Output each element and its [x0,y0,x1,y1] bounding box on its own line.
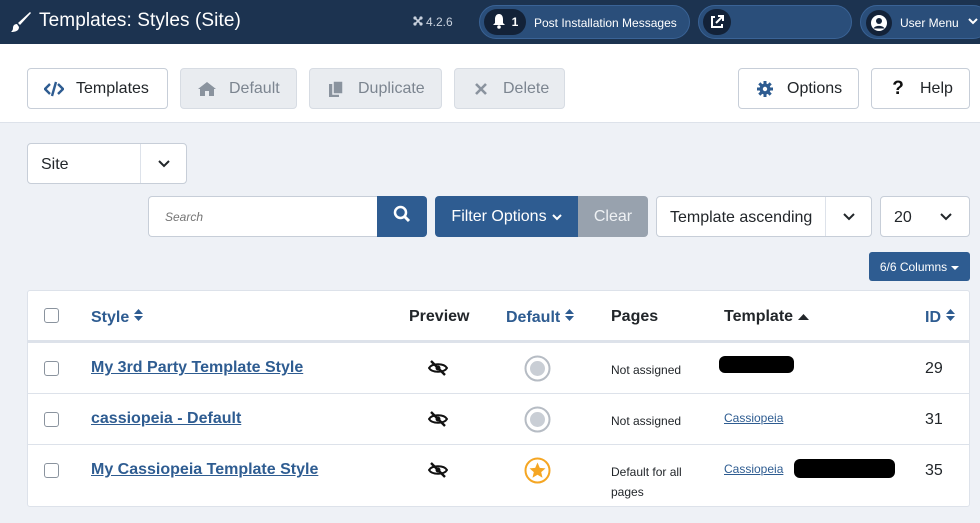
messages-count: 1 [511,15,519,29]
default-button[interactable]: Default [180,68,297,109]
pages-value: Default for all pages [611,465,682,499]
column-header-default-label: Default [506,308,561,326]
list-limit-select[interactable]: 20 [880,196,970,237]
style-link[interactable]: My Cassiopeia Template Style [91,461,318,479]
top-header: Templates: Styles (Site) 4.2.6 1 Post In… [0,0,980,44]
chevron-down-icon [825,197,871,236]
eye-slash-icon [427,462,449,483]
caret-down-icon [951,260,960,274]
style-link[interactable]: cassiopeia - Default [91,410,241,428]
search-icon [393,205,411,228]
select-all-checkbox[interactable] [44,308,59,323]
messages-label: Post Installation Messages [534,16,677,30]
ordering-select[interactable]: Template ascending [656,196,872,237]
help-button[interactable]: ? Help [871,68,970,109]
column-header-template-label: Template [724,308,794,325]
id-value: 29 [925,360,943,377]
times-icon [471,80,491,98]
list-limit-value: 20 [894,209,912,226]
columns-toggle-button[interactable]: 6/6 Columns [869,252,970,281]
site-preview-button[interactable] [698,5,852,39]
templates-button[interactable]: Templates [27,68,168,109]
duplicate-button-label: Duplicate [358,80,425,97]
delete-button[interactable]: Delete [454,68,565,109]
id-value: 35 [925,462,943,479]
chevron-down-icon [140,144,186,183]
caret-down-icon [551,208,562,226]
eye-slash-icon [427,411,449,432]
column-header-style[interactable]: Style [91,308,144,327]
help-button-label: Help [920,80,953,97]
column-header-template[interactable]: Template [724,308,810,326]
version-label: 4.2.6 [413,15,453,29]
eye-slash-icon [427,360,449,381]
styles-table: Style Preview Default Pages Template ID … [27,290,970,507]
client-select[interactable]: Site [27,143,187,184]
row-checkbox[interactable] [44,412,59,427]
search-button[interactable] [377,196,427,237]
external-link-icon [703,9,731,35]
toolbar: Templates Default Duplicate Delete Optio… [0,44,980,123]
paintbrush-icon [10,11,32,33]
question-icon: ? [892,78,904,99]
filter-options-button[interactable]: Filter Options [435,196,578,237]
column-header-pages: Pages [611,308,659,325]
user-avatar-icon [866,10,892,36]
clear-button[interactable]: Clear [578,196,648,237]
duplicate-button[interactable]: Duplicate [309,68,442,109]
table-row: cassiopeia - Default Not assigned Cassio… [28,394,969,445]
home-icon [197,80,217,98]
redacted-template-suffix [794,459,895,478]
sort-icon [565,308,575,327]
gear-icon [755,80,775,98]
table-row: My Cassiopeia Template Style Default for… [28,445,969,507]
row-checkbox[interactable] [44,463,59,478]
chevron-down-icon [967,15,979,30]
table-row: My 3rd Party Template Style Not assigned… [28,343,969,394]
column-header-preview: Preview [409,308,470,325]
client-select-value: Site [41,156,69,173]
default-toggle[interactable] [524,355,551,382]
delete-button-label: Delete [503,80,550,97]
column-header-default[interactable]: Default [506,308,575,327]
options-button-label: Options [787,80,843,97]
templates-button-label: Templates [76,80,149,97]
chevron-down-icon [923,197,969,236]
column-header-style-label: Style [91,308,130,326]
style-link[interactable]: My 3rd Party Template Style [91,359,303,377]
default-toggle[interactable] [524,406,551,433]
code-icon [44,80,64,98]
messages-badge: 1 [484,9,526,35]
default-star-icon[interactable] [524,457,551,484]
column-header-id[interactable]: ID [925,308,955,327]
columns-toggle-label: 6/6 Columns [879,259,948,274]
post-installation-messages-button[interactable]: 1 Post Installation Messages [479,5,690,39]
options-button[interactable]: Options [738,68,859,109]
redacted-template-name [719,356,794,373]
user-menu-label: User Menu [900,16,959,30]
filter-options-label: Filter Options [451,207,547,225]
joomla-logo-icon [413,15,423,29]
user-menu-button[interactable]: User Menu [860,5,980,39]
pages-value: Not assigned [611,363,682,377]
template-link[interactable]: Cassiopeia [724,411,783,425]
sort-ascending-icon [798,308,810,326]
search-input[interactable] [148,196,378,237]
row-checkbox[interactable] [44,361,59,376]
id-value: 31 [925,411,943,428]
version-number: 4.2.6 [426,15,453,29]
copy-icon [326,80,346,98]
bell-icon [492,13,506,32]
sort-icon [134,308,144,327]
template-link[interactable]: Cassiopeia [724,462,783,476]
default-button-label: Default [229,80,280,97]
page-title: Templates: Styles (Site) [39,10,241,31]
column-header-id-label: ID [925,308,941,326]
sort-icon [946,308,955,327]
ordering-select-value: Template ascending [670,209,813,226]
pages-value: Not assigned [611,414,682,428]
